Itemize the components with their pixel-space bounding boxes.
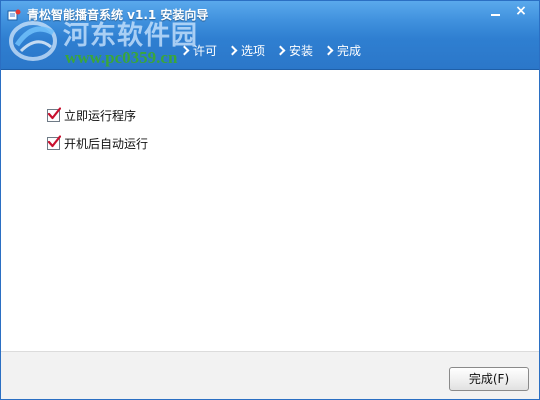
header-banner: 青松智能播音系统 v1.1 安装向导 × 河东软件园 www.pc0359.cn… — [1, 1, 539, 70]
autostart-label: 开机后自动运行 — [64, 136, 149, 151]
run-now-label: 立即运行程序 — [64, 108, 137, 123]
step-label: 选项 — [241, 44, 266, 58]
chevron-right-icon — [275, 45, 286, 56]
watermark-logo-icon — [9, 21, 57, 61]
step-license: 许可 — [179, 42, 218, 59]
finish-button[interactable]: 完成(F) — [449, 367, 529, 391]
step-label: 许可 — [193, 44, 218, 58]
option-run-now[interactable]: 立即运行程序 — [47, 106, 137, 123]
minimize-button[interactable] — [483, 3, 507, 21]
step-label: 完成 — [337, 44, 362, 58]
chevron-right-icon — [179, 45, 190, 56]
step-options: 选项 — [227, 42, 266, 59]
chevron-right-icon — [227, 45, 238, 56]
footer-bar: 完成(F) — [1, 351, 539, 399]
content-area: 立即运行程序 开机后自动运行 — [1, 70, 539, 350]
checkmark-icon — [47, 106, 61, 119]
step-install: 安装 — [275, 42, 314, 59]
step-label: 安装 — [289, 44, 314, 58]
step-finish: 完成 — [323, 42, 362, 59]
watermark-text: 河东软件园 — [63, 21, 199, 51]
chevron-right-icon — [323, 45, 334, 56]
wizard-steps: 许可 选项 安装 完成 — [179, 42, 373, 59]
watermark-url: www.pc0359.cn — [65, 48, 178, 67]
run-now-checkbox[interactable] — [47, 106, 61, 122]
checkmark-icon — [47, 134, 61, 147]
close-icon: × — [515, 3, 527, 19]
autostart-checkbox[interactable] — [47, 134, 61, 150]
minimize-icon — [490, 14, 500, 16]
installer-window: 青松智能播音系统 v1.1 安装向导 × 河东软件园 www.pc0359.cn… — [0, 0, 540, 400]
close-button[interactable]: × — [509, 3, 533, 21]
option-autostart[interactable]: 开机后自动运行 — [47, 134, 149, 151]
